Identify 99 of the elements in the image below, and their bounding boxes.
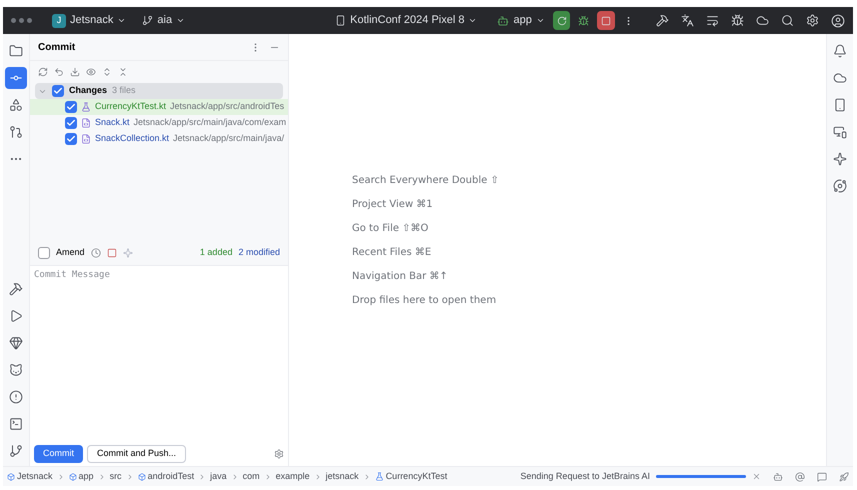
branch-icon[interactable] bbox=[9, 444, 23, 458]
module-icon[interactable] bbox=[68, 472, 77, 480]
android-icon[interactable] bbox=[773, 472, 783, 482]
commit-message-field[interactable]: Commit Message bbox=[30, 265, 288, 441]
breadcrumb[interactable]: Jetsnack bbox=[17, 470, 53, 484]
play-icon[interactable] bbox=[9, 309, 23, 323]
alert-icon[interactable] bbox=[9, 390, 23, 404]
gem-icon[interactable] bbox=[9, 336, 23, 350]
panel-title: Commit bbox=[38, 40, 76, 54]
changes-label: Changes bbox=[69, 84, 108, 98]
chevron-down-icon[interactable] bbox=[176, 16, 186, 25]
file-row[interactable]: SnackCollection.kt Jetsnack/app/src/main/java/ bbox=[30, 131, 288, 147]
hammer-icon[interactable] bbox=[656, 14, 669, 27]
editor-hint: Go to File ⇧⌘O bbox=[352, 222, 430, 236]
cat-icon[interactable] bbox=[9, 363, 23, 377]
editor-hint: Project View ⌘1 bbox=[352, 198, 434, 212]
file-path: Jetsnack/app/src/main/java/com/exam bbox=[134, 116, 286, 130]
translate-icon[interactable] bbox=[680, 14, 694, 27]
breadcrumb[interactable]: CurrencyKtTest bbox=[386, 470, 448, 484]
change-summary[interactable]: 1 added bbox=[200, 246, 232, 260]
message-icon[interactable] bbox=[817, 472, 827, 482]
changes-node[interactable]: Changes 3 files bbox=[35, 83, 283, 99]
checkbox[interactable] bbox=[38, 247, 50, 259]
breadcrumb[interactable]: src bbox=[110, 470, 122, 484]
cloud-icon[interactable] bbox=[833, 71, 847, 85]
wrap-icon[interactable] bbox=[706, 14, 719, 27]
rerun-button[interactable] bbox=[552, 11, 570, 30]
refresh-icon[interactable] bbox=[38, 67, 48, 77]
device-selector[interactable]: KotlinConf 2024 Pixel 8 bbox=[335, 12, 478, 29]
module-icon[interactable] bbox=[7, 472, 15, 480]
file-row[interactable]: CurrencyKtTest.kt Jetsnack/app/src/androidTes bbox=[30, 99, 288, 115]
chevron-down-icon[interactable] bbox=[468, 16, 478, 25]
collapse-icon[interactable] bbox=[118, 67, 128, 77]
folder-icon[interactable] bbox=[9, 44, 23, 58]
commit-button[interactable]: Commit bbox=[34, 444, 83, 462]
commit-and-push-button[interactable]: Commit and Push... bbox=[87, 444, 186, 462]
close-icon[interactable] bbox=[752, 472, 761, 481]
breadcrumb[interactable]: jetsnack bbox=[326, 470, 359, 484]
file-row[interactable]: Snack.kt Jetsnack/app/src/main/java/com/exam bbox=[30, 115, 288, 131]
flask-icon bbox=[81, 102, 91, 112]
project-badge: J bbox=[52, 14, 66, 28]
checkbox[interactable] bbox=[65, 133, 77, 145]
cloud-icon[interactable] bbox=[756, 14, 769, 27]
terminal-icon[interactable] bbox=[9, 417, 23, 431]
code-file-icon bbox=[81, 118, 91, 128]
breadcrumb[interactable]: example bbox=[276, 470, 310, 484]
stop-button[interactable] bbox=[597, 11, 615, 30]
chevron-down-icon[interactable] bbox=[117, 16, 126, 25]
rocket-icon[interactable] bbox=[839, 472, 849, 482]
editor-hint: Search Everywhere Double ⇧ bbox=[352, 174, 500, 188]
editor-hint: Drop files here to open them bbox=[352, 294, 498, 308]
project-selector[interactable]: J Jetsnack bbox=[52, 12, 126, 29]
checkbox[interactable] bbox=[65, 101, 77, 113]
tool-window-button[interactable] bbox=[5, 67, 27, 89]
bell-icon[interactable] bbox=[833, 44, 847, 58]
download-icon[interactable] bbox=[70, 67, 80, 77]
phone-icon[interactable] bbox=[833, 98, 847, 112]
spiral-icon[interactable] bbox=[833, 179, 847, 193]
expand-icon[interactable] bbox=[102, 67, 112, 77]
run-config-selector[interactable]: app bbox=[497, 12, 545, 29]
eye-icon[interactable] bbox=[86, 67, 96, 77]
task-label: Sending Request to JetBrains AI bbox=[520, 470, 650, 483]
file-name: CurrencyKtTest.kt bbox=[95, 100, 166, 114]
phone-icon[interactable] bbox=[335, 15, 346, 26]
flask-icon[interactable] bbox=[374, 472, 384, 481]
user-icon[interactable] bbox=[830, 14, 845, 28]
shapes-icon[interactable] bbox=[9, 98, 23, 112]
breadcrumb[interactable]: app bbox=[78, 470, 94, 484]
file-name: SnackCollection.kt bbox=[95, 132, 170, 146]
breadcrumb[interactable]: java bbox=[210, 470, 227, 484]
file-path: Jetsnack/app/src/main/java/ bbox=[173, 132, 284, 146]
editor-hint: Navigation Bar ⌘↑ bbox=[352, 270, 449, 284]
checkbox[interactable] bbox=[52, 85, 64, 97]
devices-icon[interactable] bbox=[833, 125, 847, 139]
search-icon[interactable] bbox=[780, 14, 794, 27]
branch-selector[interactable]: aia bbox=[142, 12, 186, 29]
square-icon[interactable] bbox=[106, 248, 117, 258]
rollback-icon[interactable] bbox=[54, 67, 64, 77]
breadcrumb[interactable]: androidTest bbox=[148, 470, 194, 484]
android-icon[interactable] bbox=[497, 14, 510, 26]
branch-icon[interactable] bbox=[142, 15, 154, 26]
amend-label: Amend bbox=[56, 246, 85, 260]
editor-hint: Recent Files ⌘E bbox=[352, 246, 432, 260]
sparkle-icon[interactable] bbox=[833, 152, 847, 166]
pull-request-icon[interactable] bbox=[9, 125, 23, 139]
chevron-down-icon[interactable] bbox=[536, 16, 545, 25]
clock-icon[interactable] bbox=[90, 248, 101, 258]
file-name: Snack.kt bbox=[95, 116, 130, 130]
at-icon[interactable] bbox=[795, 472, 805, 482]
bug-icon[interactable] bbox=[578, 14, 590, 26]
change-summary[interactable]: 2 modified bbox=[238, 246, 280, 260]
bug-icon[interactable] bbox=[730, 14, 744, 27]
hammer-icon[interactable] bbox=[9, 282, 23, 296]
code-file-icon bbox=[81, 134, 91, 144]
file-path: Jetsnack/app/src/androidTes bbox=[170, 100, 284, 114]
breadcrumb[interactable]: com bbox=[242, 470, 260, 484]
file-count: 3 files bbox=[112, 84, 136, 98]
module-icon[interactable] bbox=[138, 472, 146, 480]
checkbox[interactable] bbox=[65, 117, 77, 129]
